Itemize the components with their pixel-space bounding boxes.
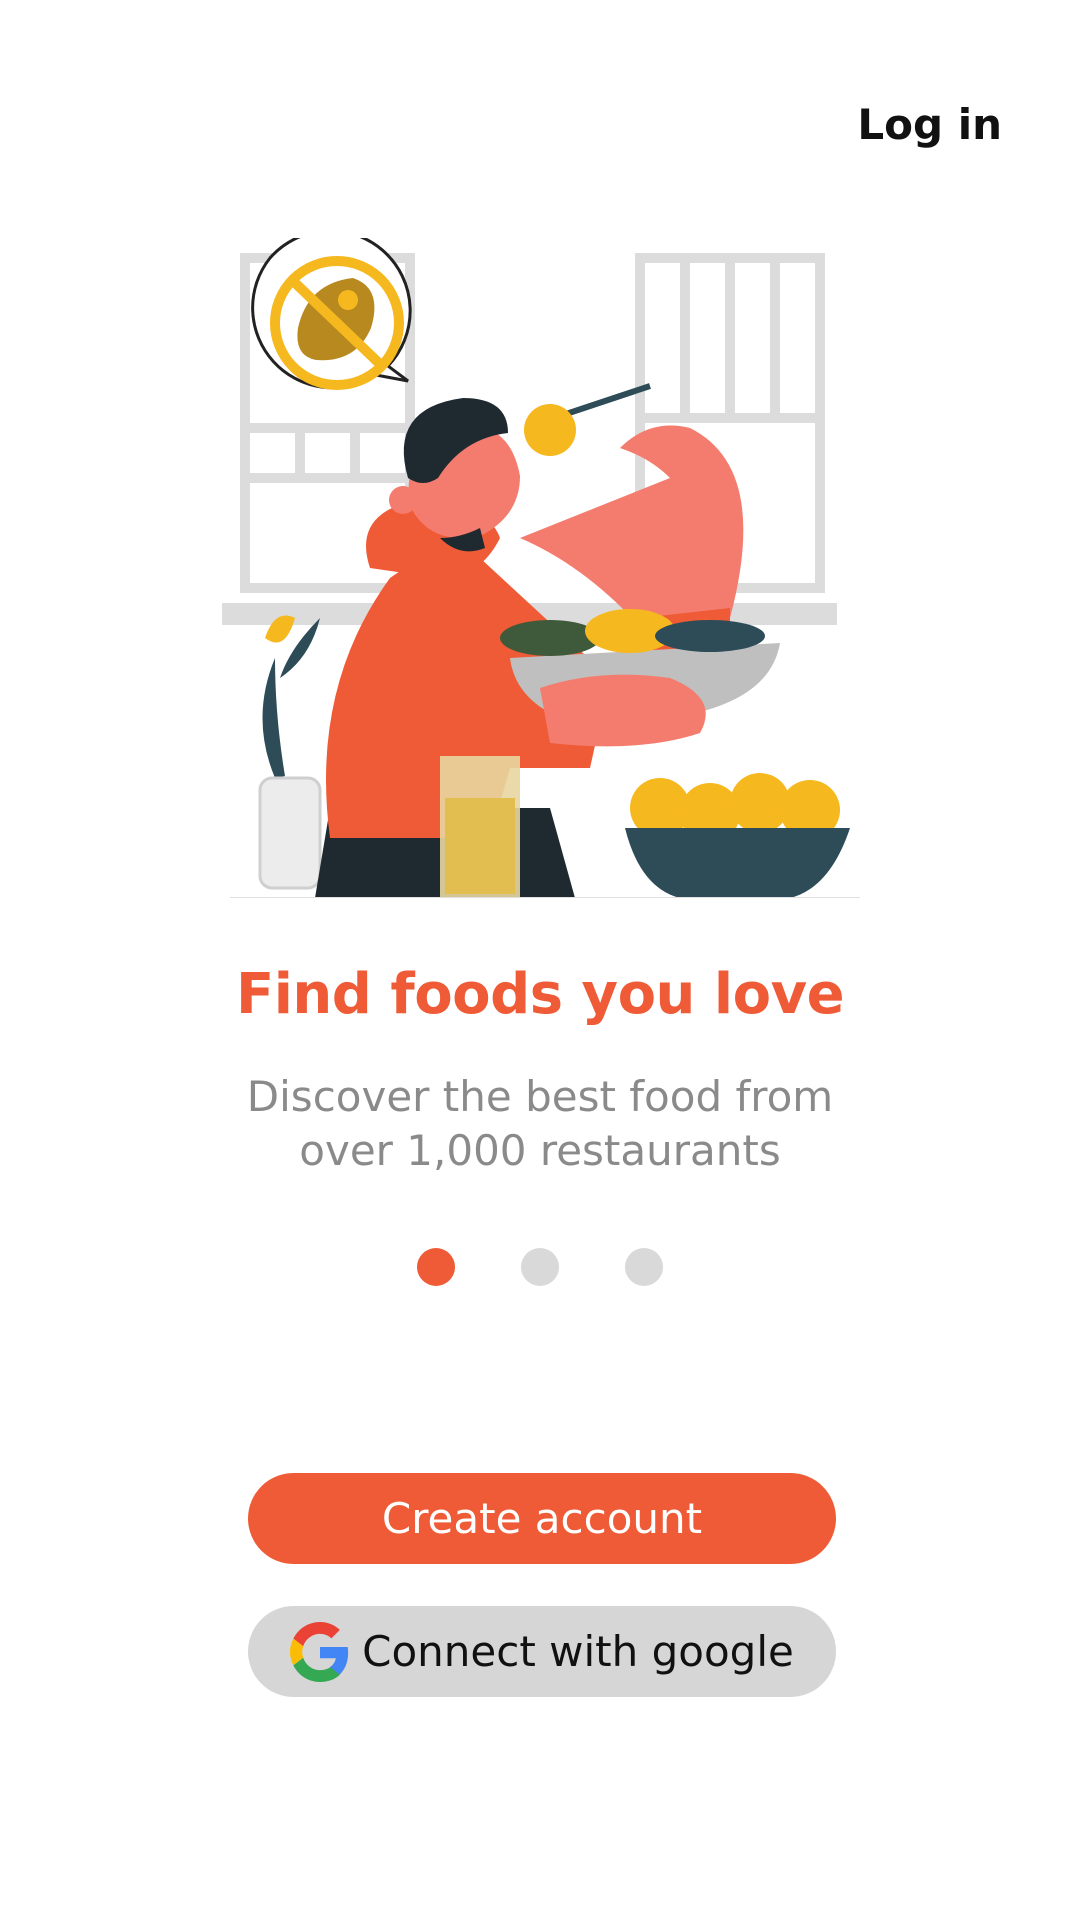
login-link[interactable]: Log in xyxy=(857,100,1002,149)
onboarding-illustration xyxy=(222,238,860,898)
pagination-dot-3[interactable] xyxy=(625,1248,663,1286)
connect-google-button[interactable]: Connect with google xyxy=(248,1606,836,1697)
pagination-dot-2[interactable] xyxy=(521,1248,559,1286)
pagination-dot-1[interactable] xyxy=(417,1248,455,1286)
create-account-label: Create account xyxy=(381,1494,703,1543)
pagination-dots xyxy=(0,1248,1080,1286)
subtitle-line-2: over 1,000 restaurants xyxy=(299,1126,781,1175)
juice-glass xyxy=(440,756,520,898)
fruit-bowl xyxy=(625,773,850,898)
onboarding-subtitle: Discover the best food from over 1,000 r… xyxy=(0,1070,1080,1178)
no-meat-icon xyxy=(251,238,412,390)
connect-google-label: Connect with google xyxy=(362,1627,794,1676)
google-icon xyxy=(290,1621,349,1682)
subtitle-line-1: Discover the best food from xyxy=(246,1072,834,1121)
plant xyxy=(258,615,322,890)
onboarding-title: Find foods you love xyxy=(235,962,845,1027)
create-account-button[interactable]: Create account xyxy=(248,1473,836,1564)
